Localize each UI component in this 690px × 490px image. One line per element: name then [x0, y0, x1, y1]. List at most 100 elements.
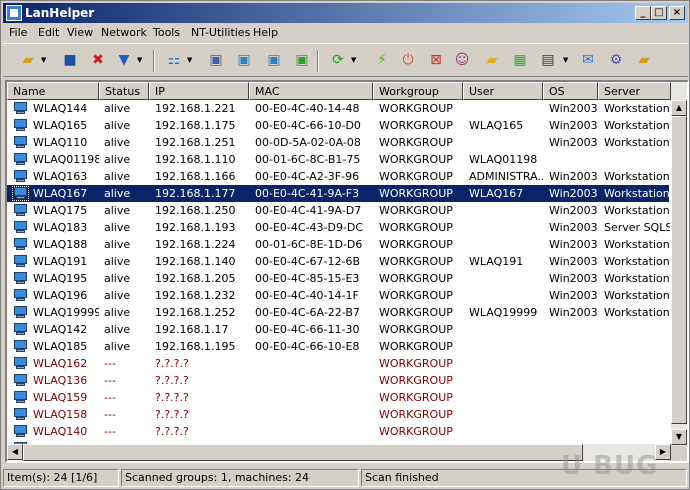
table-row[interactable]: WLAQ01198 alive 192.168.1.110 00-01-6C-8C-B… [7, 151, 669, 168]
chevron-down-icon[interactable]: ▼ [563, 56, 569, 64]
column-header-name[interactable]: Name [7, 82, 99, 100]
cell-workgroup: WORKGROUP [379, 238, 453, 251]
user-icon[interactable]: ☺ [453, 51, 471, 69]
stop-icon[interactable]: ⊠ [427, 51, 445, 69]
report-icon[interactable]: ▤ [539, 51, 557, 69]
computer-icon [13, 289, 28, 302]
table-row[interactable]: WLAQ167 alive 192.168.1.177 00-E0-4C-41-9A-… [7, 185, 670, 202]
machine-list[interactable]: Name Status IP MAC Workgroup User OS Ser… [5, 80, 689, 463]
close-icon[interactable]: × [669, 6, 685, 20]
settings-icon[interactable]: ⚙ [607, 51, 625, 69]
chevron-down-icon[interactable]: ▼ [41, 56, 47, 64]
table-row[interactable]: WLAQ175 alive 192.168.1.250 00-E0-4C-41-9A-… [7, 202, 670, 219]
cell-user [469, 423, 543, 440]
table-row[interactable]: WLAQ191 alive 192.168.1.140 00-E0-4C-67-12-… [7, 253, 670, 270]
chevron-down-icon[interactable]: ▼ [137, 56, 143, 64]
column-header-server[interactable]: Server [598, 82, 671, 100]
status-scan-info: Scanned groups: 1, machines: 24 [121, 469, 359, 487]
vertical-scrollbar[interactable]: ▲ ▼ [671, 82, 687, 446]
computer-group-icon[interactable]: ▣ [235, 51, 253, 69]
power-on-icon[interactable]: ⚡ [373, 51, 391, 69]
table-row[interactable]: WLAQ163 alive 192.168.1.166 00-E0-4C-A2-3F-… [7, 168, 670, 185]
table-row[interactable]: WLAQ185 alive 192.168.1.195 00-E0-4C-66-10-… [7, 338, 669, 355]
cell-ip: 192.168.1.17 [155, 323, 229, 336]
table-row[interactable]: WLAQ188 alive 192.168.1.224 00-01-6C-8E-1D-… [7, 236, 670, 253]
column-header-ip[interactable]: IP [149, 82, 249, 100]
message-icon[interactable]: ✉ [579, 51, 597, 69]
column-header-status[interactable]: Status [99, 82, 149, 100]
table-row[interactable]: WLAQ136 ---?.?.?.? WORKGROUP [7, 372, 669, 389]
cell-name: WLAQ162 [33, 357, 88, 370]
grid-icon[interactable]: ▦ [511, 51, 529, 69]
add-computer-icon[interactable]: ▣ [293, 51, 311, 69]
cell-server: Workstation S [604, 306, 670, 319]
cell-ip: 192.168.1.251 [155, 136, 236, 149]
scroll-thumb[interactable] [671, 116, 687, 424]
table-row[interactable]: WLAQ159 ---?.?.?.? WORKGROUP [7, 389, 669, 406]
cell-user [469, 287, 543, 304]
delete-icon[interactable]: ✖ [89, 51, 107, 69]
minimize-icon[interactable]: _ [635, 6, 651, 20]
folder-open-icon[interactable]: ▰ [635, 51, 653, 69]
table-row[interactable]: WLAQ142 alive 192.168.1.17 00-E0-4C-66-11-3… [7, 321, 669, 338]
table-row[interactable]: WLAQ165 alive 192.168.1.175 00-E0-4C-66-10-… [7, 117, 670, 134]
cell-os [549, 338, 599, 355]
cell-os [549, 406, 599, 423]
menu-tools[interactable]: Tools [153, 26, 180, 39]
table-row[interactable]: WLAQ19999 alive 192.168.1.252 00-E0-4C-6A-2… [7, 304, 670, 321]
menu-file[interactable]: File [9, 26, 27, 39]
table-row[interactable]: WLAQ110 alive 192.168.1.251 00-0D-5A-02-0A-… [7, 134, 670, 151]
refresh-icon[interactable]: ⟳ [329, 51, 347, 69]
computer-info-icon[interactable]: ▣ [207, 51, 225, 69]
computer-icon [13, 425, 28, 438]
menu-help[interactable]: Help [253, 26, 278, 39]
column-header-mac[interactable]: MAC [249, 82, 373, 100]
table-row[interactable]: WLAQ140 ---?.?.?.? WORKGROUP [7, 423, 669, 440]
scroll-up-icon[interactable]: ▲ [671, 100, 687, 116]
table-row[interactable]: WLAQ144 alive 192.168.1.221 00-E0-4C-40-14-… [7, 100, 670, 117]
cell-server: Workstation S [604, 204, 670, 217]
computer-icon [13, 204, 28, 217]
cell-workgroup: WORKGROUP [379, 153, 453, 166]
scan-network-icon[interactable]: ⚏ [165, 51, 183, 69]
cell-ip: 192.168.1.252 [155, 306, 236, 319]
maximize-icon[interactable]: □ [651, 6, 667, 20]
table-row[interactable]: WLAQ196 alive 192.168.1.232 00-E0-4C-40-14-… [7, 287, 670, 304]
folder-icon[interactable]: ▰ [483, 51, 501, 69]
table-row[interactable]: WLAQ195 alive 192.168.1.205 00-E0-4C-85-15-… [7, 270, 670, 287]
cell-mac: 00-01-6C-8C-B1-75 [255, 153, 361, 166]
cell-user: WLAQ165 [469, 119, 524, 132]
filter-icon[interactable]: ▼ [115, 51, 133, 69]
column-header-workgroup[interactable]: Workgroup [373, 82, 463, 100]
save-icon[interactable]: ■ [61, 51, 79, 69]
menu-nt-utilities[interactable]: NT-Utilities [191, 26, 250, 39]
cell-name: WLAQ144 [33, 102, 88, 115]
table-row[interactable]: WLAQ183 alive 192.168.1.193 00-E0-4C-43-D9-… [7, 219, 670, 236]
cell-user [469, 406, 543, 423]
menu-network[interactable]: Network [101, 26, 147, 39]
open-folder-icon[interactable]: ▰ [19, 51, 37, 69]
cell-status: alive [104, 119, 131, 132]
column-header-user[interactable]: User [463, 82, 543, 100]
cell-os: Win2003 [549, 119, 598, 132]
menu-edit[interactable]: Edit [38, 26, 59, 39]
scroll-left-icon[interactable]: ◀ [7, 444, 23, 460]
chevron-down-icon[interactable]: ▼ [351, 56, 357, 64]
table-row[interactable]: WLAQ162 ---?.?.?.? WORKGROUP [7, 355, 669, 372]
cell-server: Workstation S [604, 272, 670, 285]
scroll-thumb-horizontal[interactable] [23, 444, 583, 461]
cell-server: Workstation S [604, 289, 670, 302]
cell-mac [255, 355, 373, 372]
computer-icon [13, 306, 28, 319]
title-bar[interactable]: LanHelper _ □ × [3, 3, 688, 23]
menu-view[interactable]: View [67, 26, 93, 39]
scroll-down-icon[interactable]: ▼ [671, 429, 687, 445]
cell-status: alive [104, 238, 131, 251]
net-share-icon[interactable]: ▣ [265, 51, 283, 69]
column-header-os[interactable]: OS [543, 82, 598, 100]
cell-mac [255, 406, 373, 423]
table-row[interactable]: WLAQ158 ---?.?.?.? WORKGROUP [7, 406, 669, 423]
cell-user [469, 134, 543, 151]
shutdown-icon[interactable]: ⏻ [399, 51, 417, 69]
chevron-down-icon[interactable]: ▼ [187, 56, 193, 64]
